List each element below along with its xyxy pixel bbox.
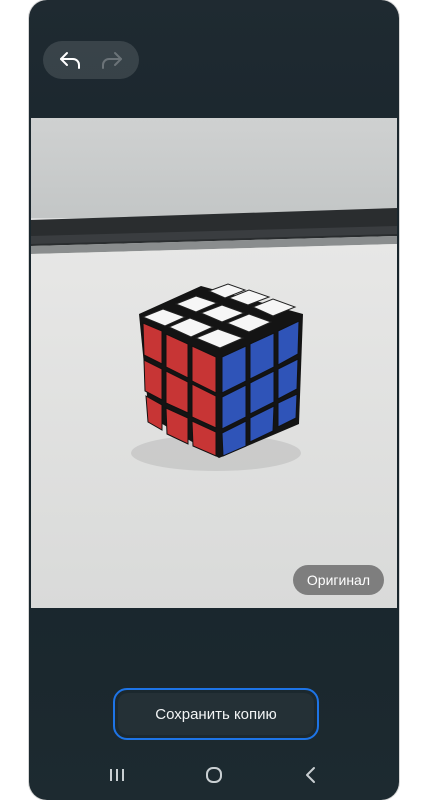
back-button[interactable] [291,755,331,795]
redo-button[interactable] [94,45,130,75]
photo-preview: Оригинал [31,118,397,608]
undo-button[interactable] [52,45,88,75]
recents-icon [110,769,125,781]
save-copy-focus-ring: Сохранить копию [113,688,319,740]
recents-button[interactable] [97,755,137,795]
home-icon [205,767,222,783]
save-copy-button[interactable]: Сохранить копию [118,693,314,735]
undo-redo-toolbar [43,41,139,79]
undo-arrow-icon [60,52,80,69]
rubiks-cube-image [31,118,397,608]
phone-screen: Оригинал Сохранить копию [29,0,399,800]
original-button[interactable]: Оригинал [292,565,384,595]
system-navigation-bar [29,750,399,800]
redo-arrow-icon [102,52,122,69]
back-icon [305,767,315,783]
home-button[interactable] [194,755,234,795]
